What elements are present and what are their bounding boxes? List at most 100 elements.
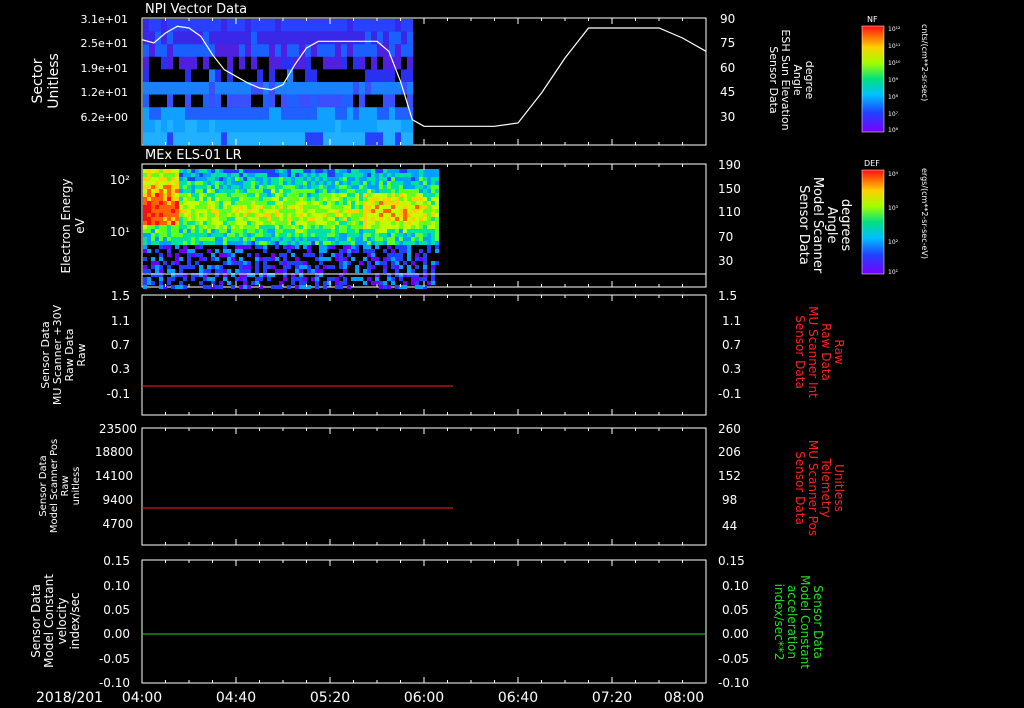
spectrogram-cell — [287, 94, 294, 108]
spectrogram-cell — [147, 177, 151, 181]
spectrogram-cell — [391, 229, 395, 233]
spectrogram-cell — [247, 193, 251, 197]
spectrogram-cell — [327, 229, 331, 233]
spectrogram-cell — [353, 94, 360, 108]
spectrogram-cell — [367, 261, 371, 265]
spectrogram-cell — [271, 241, 275, 245]
spectrogram-cell — [377, 69, 384, 83]
spectrogram-cell — [331, 193, 335, 197]
spectrogram-cell — [383, 185, 387, 189]
spectrogram-cell — [327, 197, 331, 201]
spectrogram-cell — [287, 217, 291, 221]
spectrogram-cell — [335, 185, 339, 189]
spectrogram-cell — [209, 94, 216, 108]
spectrogram-cell — [215, 177, 219, 181]
spectrogram-cell — [331, 181, 335, 185]
spectrogram-cell — [239, 257, 243, 261]
spectrogram-cell — [151, 217, 155, 221]
spectrogram-cell — [259, 229, 263, 233]
spectrogram-cell — [379, 201, 383, 205]
spectrogram-cell — [231, 213, 235, 217]
spectrogram-cell — [175, 185, 179, 189]
spectrogram-cell — [291, 205, 295, 209]
spectrogram-cell — [329, 119, 336, 133]
spectrogram-cell — [363, 229, 367, 233]
spectrogram-cell — [245, 107, 252, 120]
left-axis-label: Sensor Data MU Scanner +30V Raw Data Raw — [39, 304, 88, 405]
spectrogram-cell — [239, 209, 243, 213]
spectrogram-cell — [359, 237, 363, 241]
spectrogram-cell — [147, 225, 151, 229]
spectrogram-cell — [303, 177, 307, 181]
spectrogram-cell — [307, 285, 311, 289]
spectrogram-cell — [293, 31, 300, 45]
spectrogram-cell — [367, 225, 371, 229]
spectrogram-cell — [377, 56, 384, 70]
spectrogram-cell — [163, 217, 167, 221]
spectrogram-cell — [183, 241, 187, 245]
spectrogram-cell — [255, 209, 259, 213]
spectrogram-cell — [319, 181, 323, 185]
spectrogram-cell — [191, 169, 195, 173]
spectrogram-cell — [183, 285, 187, 289]
spectrogram-cell — [235, 193, 239, 197]
spectrogram-cells — [143, 169, 439, 289]
axis-label-line: Sector — [30, 58, 46, 103]
spectrogram-cell — [231, 237, 235, 241]
spectrogram-cell — [347, 253, 351, 257]
spectrogram-cell — [419, 237, 423, 241]
spectrogram-cell — [219, 237, 223, 241]
spectrogram-cell — [411, 177, 415, 181]
spectrogram-cell — [307, 253, 311, 257]
spectrogram-cell — [183, 237, 187, 241]
spectrogram-cell — [399, 209, 403, 213]
spectrogram-cell — [231, 241, 235, 245]
spectrogram-cell — [159, 209, 163, 213]
spectrogram-cell — [291, 181, 295, 185]
spectrogram-cell — [411, 221, 415, 225]
spectrogram-cell — [375, 233, 379, 237]
spectrogram-cell — [335, 69, 342, 83]
spectrogram-cell — [159, 169, 163, 173]
spectrogram-cell — [227, 205, 231, 209]
spectrogram-cell — [195, 173, 199, 177]
spectrogram-cell — [235, 181, 239, 185]
spectrogram-cell — [363, 257, 367, 261]
spectrogram-cell — [419, 241, 423, 245]
spectrogram-cell — [347, 69, 354, 83]
spectrogram-cell — [221, 56, 228, 70]
spectrogram-cell — [329, 94, 336, 108]
spectrogram-cell — [259, 233, 263, 237]
spectrogram-cell — [359, 221, 363, 225]
spectrogram-cell — [203, 119, 210, 133]
spectrogram-cell — [343, 277, 347, 281]
spectrogram-cell — [227, 229, 231, 233]
spectrogram-cell — [167, 237, 171, 241]
spectrogram-cell — [175, 229, 179, 233]
spectrogram-cell — [219, 269, 223, 273]
spectrogram-cell — [371, 177, 375, 181]
spectrogram-cell — [271, 257, 275, 261]
spectrogram-cell — [343, 265, 347, 269]
spectrogram-cell — [283, 193, 287, 197]
spectrogram-cell — [311, 119, 318, 133]
spectrogram-cell — [291, 217, 295, 221]
spectrogram-cell — [211, 225, 215, 229]
spectrogram-cell — [167, 132, 174, 146]
spectrogram-cell — [155, 225, 159, 229]
spectrogram-cell — [211, 189, 215, 193]
spectrogram-cell — [311, 253, 315, 257]
spectrogram-cell — [155, 265, 159, 269]
spectrogram-cell — [395, 257, 399, 261]
spectrogram-cell — [315, 177, 319, 181]
spectrogram-cell — [147, 213, 151, 217]
spectrogram-cell — [311, 169, 315, 173]
spectrogram-cell — [387, 201, 391, 205]
spectrogram-cell — [317, 44, 324, 57]
spectrogram-cell — [255, 233, 259, 237]
spectrogram-cell — [149, 56, 156, 70]
spectrogram-cell — [275, 269, 279, 273]
spectrogram-cell — [371, 225, 375, 229]
spectrogram-cell — [247, 197, 251, 201]
spectrogram-cell — [183, 277, 187, 281]
